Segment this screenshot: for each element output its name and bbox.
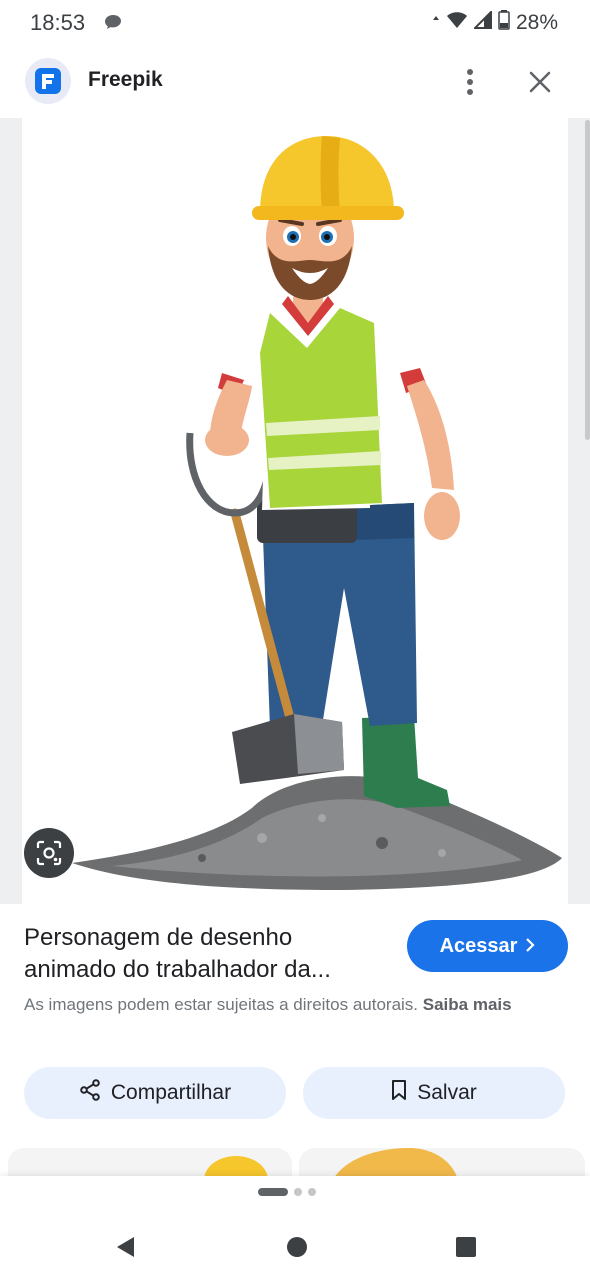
status-time: 18:53 xyxy=(30,10,86,35)
signal-icon xyxy=(472,9,492,35)
status-bar: 18:53 28% xyxy=(0,0,590,44)
visit-button[interactable]: Acessar xyxy=(407,920,568,972)
share-icon xyxy=(79,1079,101,1107)
message-icon xyxy=(104,14,122,35)
page-dot xyxy=(294,1188,302,1196)
save-label: Salvar xyxy=(417,1081,477,1104)
lens-icon[interactable] xyxy=(24,828,74,878)
share-button[interactable]: Compartilhar xyxy=(24,1067,286,1119)
worker-illustration xyxy=(72,136,562,890)
data-arrows-icon xyxy=(432,11,440,35)
save-button[interactable]: Salvar xyxy=(303,1067,565,1119)
header: Freepik xyxy=(0,52,590,116)
page-indicator xyxy=(258,1188,316,1196)
close-icon[interactable] xyxy=(518,60,562,104)
home-icon[interactable] xyxy=(282,1232,312,1262)
chevron-right-icon xyxy=(525,935,535,958)
image-title[interactable]: Personagem de desenho animado do trabalh… xyxy=(24,922,384,986)
visit-button-label: Acessar xyxy=(439,934,518,957)
battery-percentage: 28% xyxy=(515,11,558,34)
scrollbar[interactable] xyxy=(585,120,590,440)
wifi-icon xyxy=(446,11,468,35)
more-vert-icon[interactable] xyxy=(452,60,488,104)
site-name: Freepik xyxy=(88,68,163,91)
page-dot-active xyxy=(258,1188,288,1196)
page-dot xyxy=(308,1188,316,1196)
back-icon[interactable] xyxy=(110,1232,140,1262)
copyright-notice: As imagens podem estar sujeitas a direit… xyxy=(24,992,564,1018)
share-label: Compartilhar xyxy=(110,1081,232,1104)
status-icons: 28% xyxy=(432,9,558,36)
bookmark-icon xyxy=(391,1079,407,1107)
copyright-text: As imagens podem estar sujeitas a direit… xyxy=(24,995,419,1014)
image-border-left xyxy=(0,118,22,904)
learn-more-link[interactable]: Saiba mais xyxy=(423,995,512,1014)
battery-icon xyxy=(498,10,510,36)
freepik-logo-icon xyxy=(25,58,71,104)
recents-icon[interactable] xyxy=(451,1232,481,1262)
